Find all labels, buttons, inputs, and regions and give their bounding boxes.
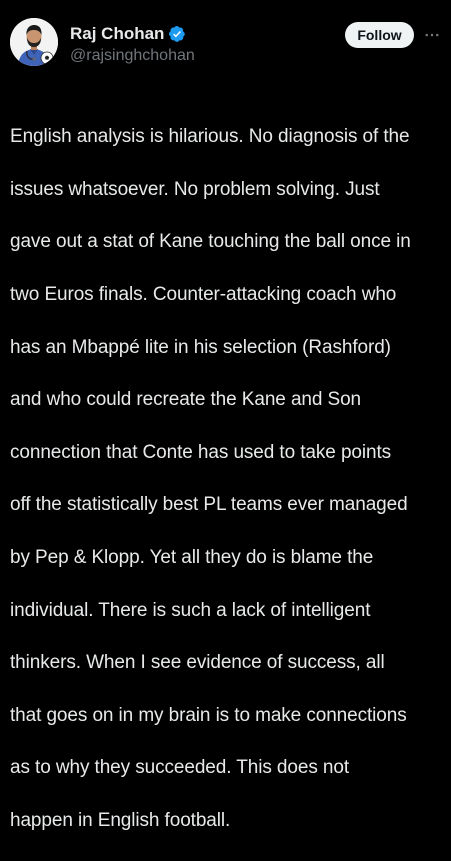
tweet-card: Raj Chohan @rajsinghchohan Follow Englis…: [0, 0, 451, 831]
tweet-text-line: has an Mbappé lite in his selection (Ras…: [10, 336, 391, 358]
author-handle[interactable]: @rajsinghchohan: [70, 47, 195, 65]
tweet-text-line: individual. There is such a lack of inte…: [10, 599, 371, 621]
tweet-text-line: off the statistically best PL teams ever…: [10, 494, 408, 516]
tweet-text: English analysis is hilarious. No diagno…: [10, 98, 448, 861]
author-display-name[interactable]: Raj Chohan: [70, 24, 164, 44]
tweet-text-line: happen in English football.: [10, 810, 231, 832]
tweet-text-line: as to why they succeeded. This does not: [10, 757, 350, 779]
tweet-text-line: gave out a stat of Kane touching the bal…: [10, 231, 411, 253]
follow-button[interactable]: Follow: [345, 22, 414, 48]
tweet-text-line: two Euros finals. Counter-attacking coac…: [10, 284, 397, 306]
verified-badge-icon: [168, 25, 186, 43]
author-name-row: Raj Chohan: [70, 22, 186, 46]
tweet-text-line: English analysis is hilarious. No diagno…: [10, 126, 410, 148]
tweet-text-line: thinkers. When I see evidence of success…: [10, 652, 385, 674]
tweet-text-line: that goes on in my brain is to make conn…: [10, 704, 407, 726]
avatar[interactable]: [10, 18, 58, 66]
tweet-text-line: by Pep & Klopp. Yet all they do is blame…: [10, 547, 374, 569]
tweet-text-line: connection that Conte has used to take p…: [10, 441, 392, 463]
more-horizontal-icon[interactable]: [421, 24, 443, 46]
tweet-text-line: and who could recreate the Kane and Son: [10, 389, 362, 411]
avatar-illustration: [10, 18, 58, 66]
tweet-text-line: issues whatsoever. No problem solving. J…: [10, 178, 380, 200]
